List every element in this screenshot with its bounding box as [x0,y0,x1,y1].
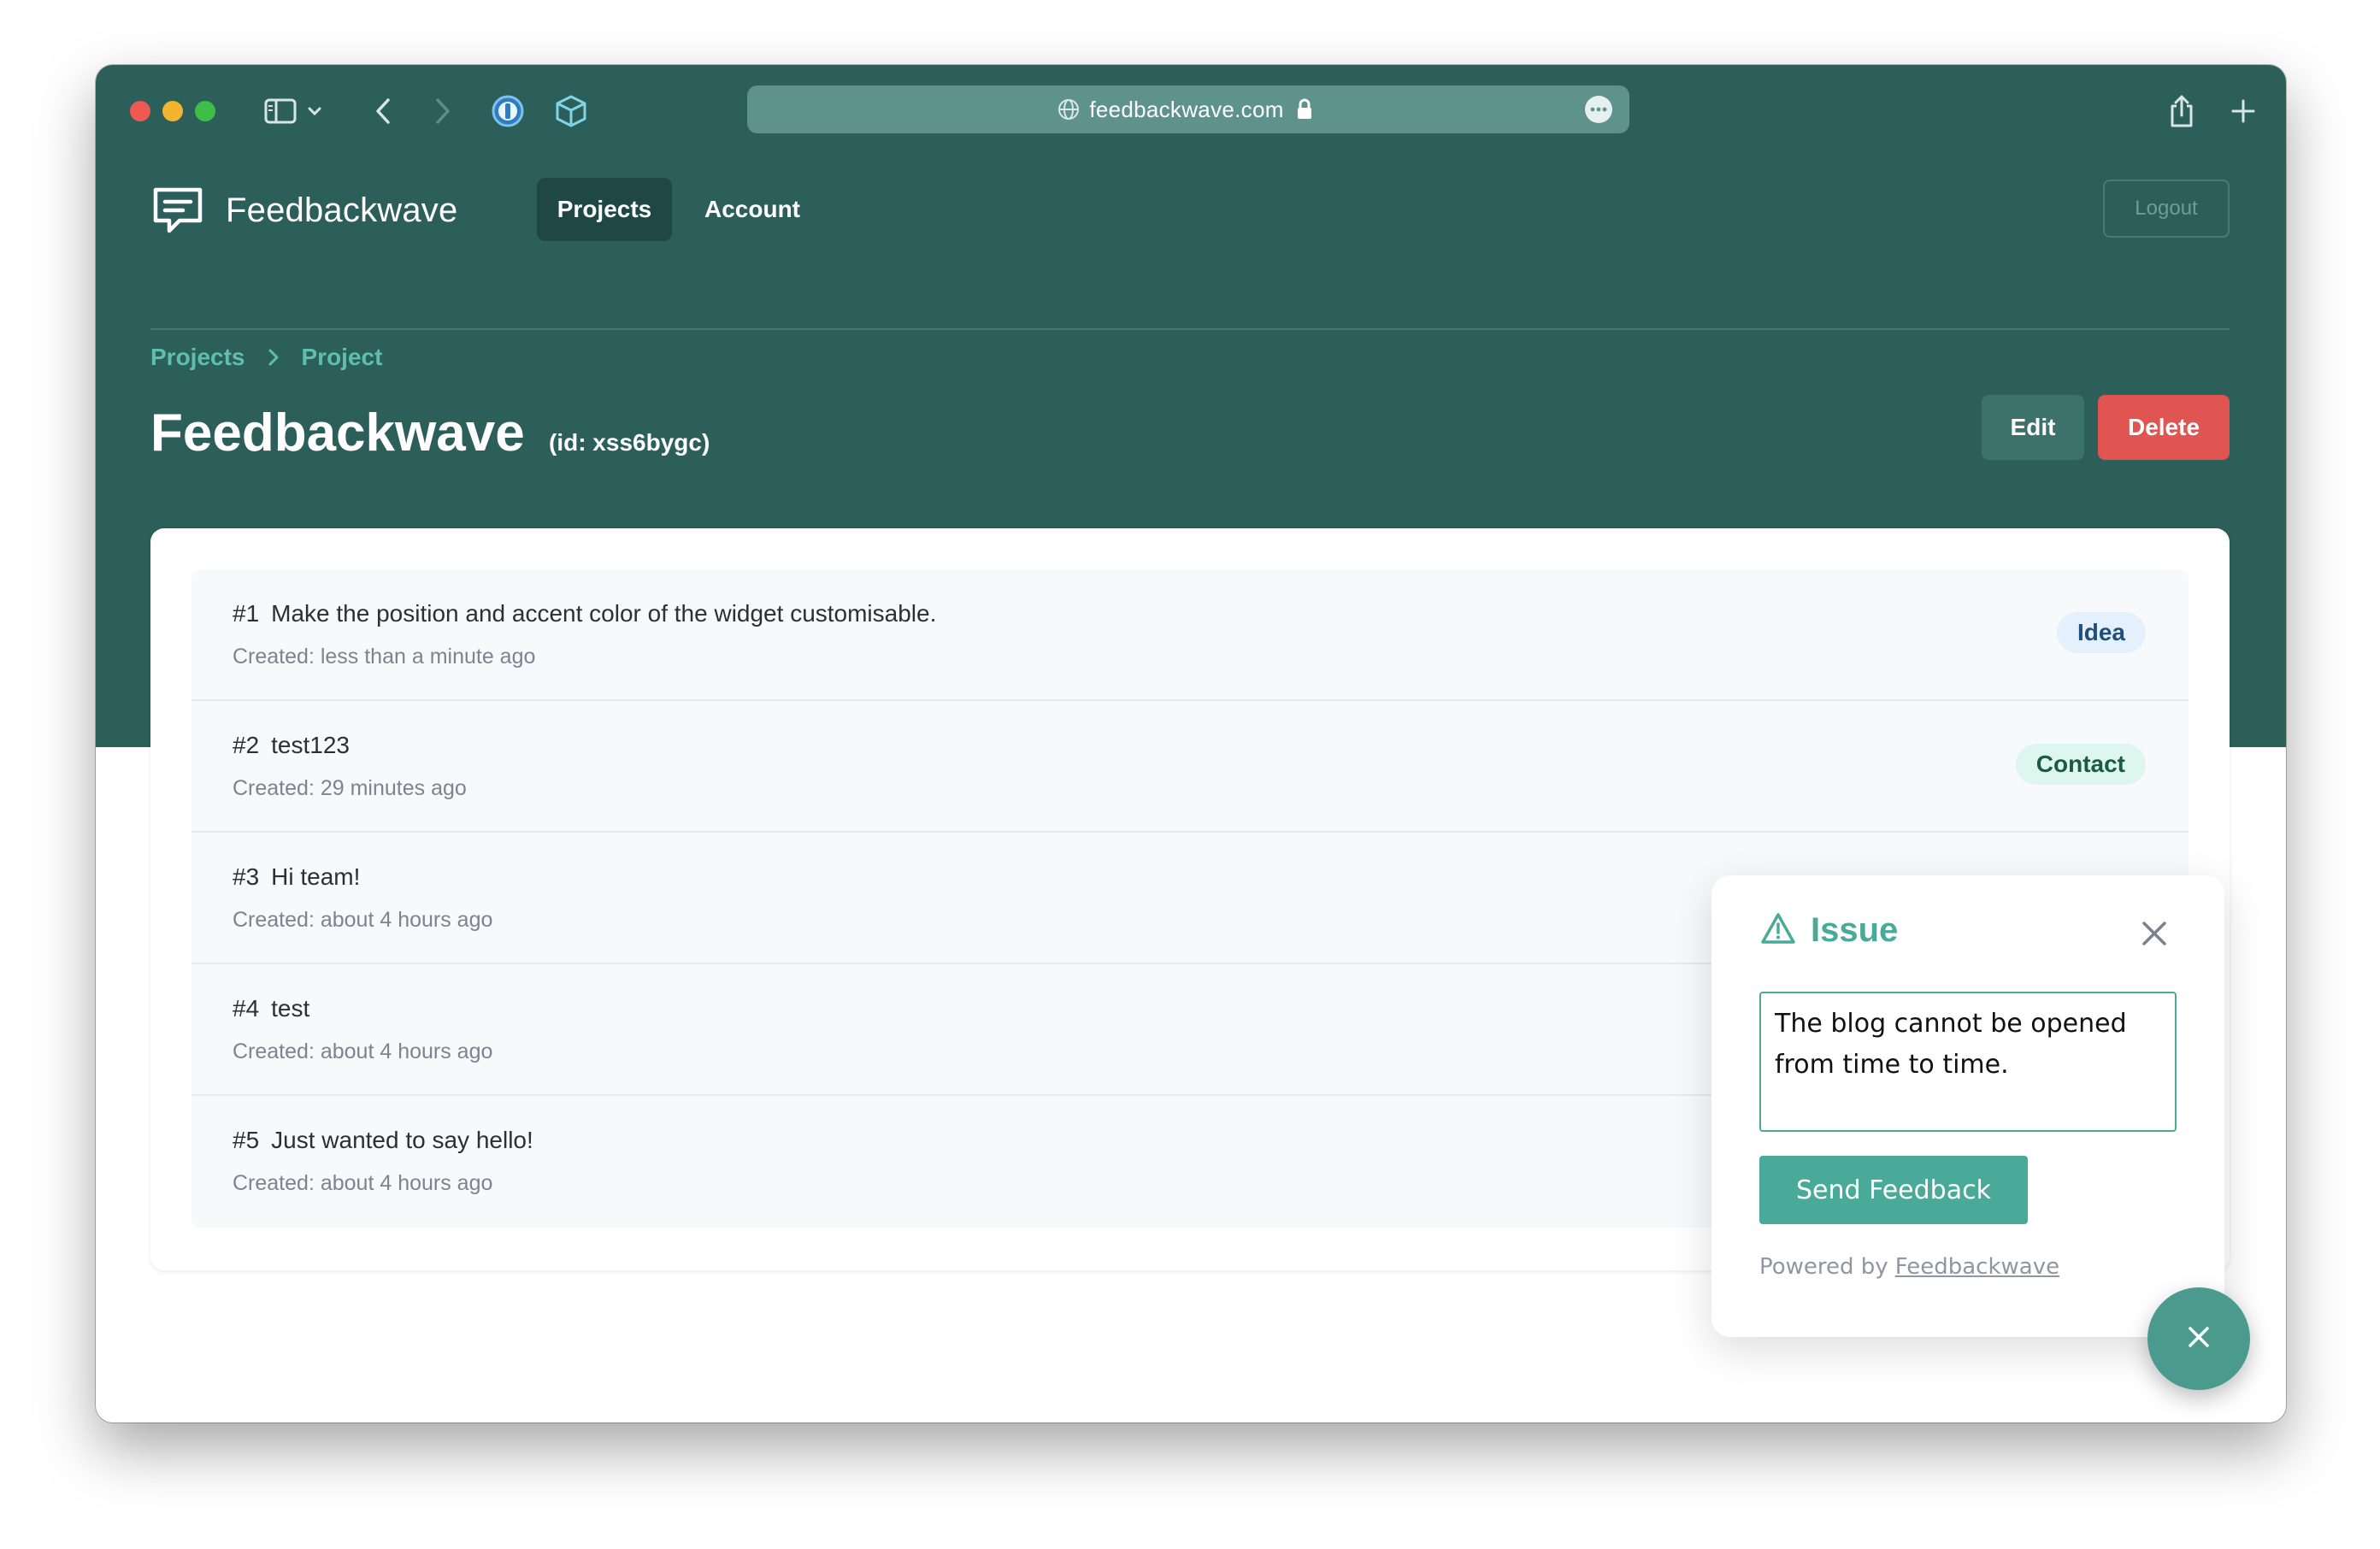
lock-icon [1296,98,1313,121]
feedback-text: Hi team! [271,863,361,890]
breadcrumb-projects[interactable]: Projects [150,344,245,371]
feedback-widget: Issue The blog cannot be opened from tim… [1711,875,2224,1337]
extension-icon[interactable] [552,92,590,130]
feedback-created: Created: about 4 hours ago [233,1040,493,1063]
browser-window: feedbackwave.com Feedbackwave Projects A… [96,65,2286,1422]
address-bar[interactable]: feedbackwave.com [747,85,1629,133]
feedback-title: #5 Just wanted to say hello! [233,1123,533,1157]
delete-button[interactable]: Delete [2098,395,2230,460]
feedback-textarea[interactable]: The blog cannot be opened from time to t… [1759,992,2177,1132]
type-badge: Idea [2056,612,2146,653]
feedback-title: #1 Make the position and accent color of … [233,597,936,631]
back-icon[interactable] [368,92,398,130]
close-window-button[interactable] [130,101,150,121]
globe-icon [1057,97,1081,127]
sidebar-icon[interactable] [262,92,299,130]
share-icon[interactable] [2163,92,2200,130]
nav-account[interactable]: Account [686,178,819,241]
edit-button[interactable]: Edit [1982,395,2084,460]
close-icon [2186,1324,2212,1354]
widget-title: Issue [1811,911,1899,949]
url-text: feedbackwave.com [1089,96,1284,122]
feedback-created: Created: about 4 hours ago [233,1171,493,1195]
feedback-created: Created: less than a minute ago [233,645,536,668]
nav-projects[interactable]: Projects [537,178,672,241]
feedback-number: #1 [233,600,260,627]
feedback-text: test [271,995,310,1022]
minimize-window-button[interactable] [162,101,183,121]
chevron-down-icon[interactable] [304,92,325,130]
powered-by-text: Powered by [1759,1254,1888,1280]
type-badge: Contact [2015,744,2146,785]
chevron-right-icon [268,348,280,367]
new-tab-icon[interactable] [2224,92,2262,130]
feedback-row[interactable]: #2 test123 Created: 29 minutes ago Contac… [191,701,2189,833]
feedback-number: #2 [233,732,260,758]
chat-bubble-icon[interactable] [150,185,205,240]
breadcrumb-project[interactable]: Project [302,344,383,371]
feedback-created: Created: about 4 hours ago [233,908,493,932]
maximize-window-button[interactable] [195,101,215,121]
more-icon[interactable] [1585,96,1612,123]
widget-header: Issue [1759,911,1898,950]
feedback-number: #5 [233,1127,260,1153]
feedback-title: #4 test [233,992,309,1026]
logout-button[interactable]: Logout [2103,180,2230,238]
page-title: Feedbackwave [150,403,525,462]
feedback-text: Just wanted to say hello! [271,1127,533,1153]
feedback-number: #3 [233,863,260,890]
send-feedback-button[interactable]: Send Feedback [1759,1156,2028,1224]
feedback-number: #4 [233,995,260,1022]
password-manager-icon[interactable] [489,92,527,130]
close-icon[interactable] [2137,916,2171,951]
feedback-row[interactable]: #1 Make the position and accent color of … [191,569,2189,701]
powered-by-link[interactable]: Feedbackwave [1895,1254,2059,1280]
breadcrumb: Projects Project [150,332,382,383]
warning-icon [1759,911,1797,950]
feedback-text: test123 [271,732,351,758]
feedback-created: Created: 29 minutes ago [233,776,467,800]
feedback-title: #2 test123 [233,728,350,763]
powered-by: Powered by Feedbackwave [1759,1250,2059,1284]
app-header [150,157,2230,330]
feedback-title: #3 Hi team! [233,860,360,894]
brand-name[interactable]: Feedbackwave [226,185,457,236]
project-id: (id: xss6bygc) [549,429,710,456]
widget-toggle-button[interactable] [2147,1287,2250,1390]
forward-icon[interactable] [427,92,458,130]
feedback-text: Make the position and accent color of th… [271,600,937,627]
browser-toolbar: feedbackwave.com [96,65,2286,157]
